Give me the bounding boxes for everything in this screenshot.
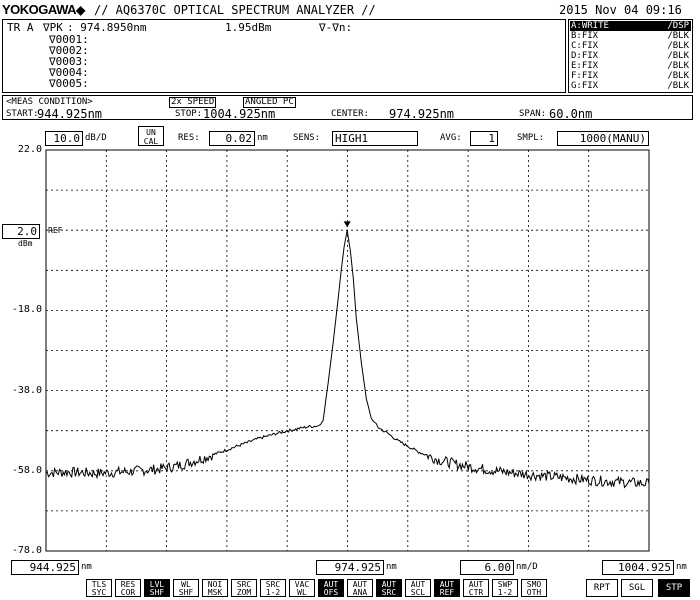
- soft-key-line2: SRC: [381, 588, 397, 597]
- spectrum-chart[interactable]: [0, 0, 700, 600]
- soft-key-line2: ANA: [352, 588, 368, 597]
- center-wavelength-input[interactable]: 974.925: [316, 560, 384, 575]
- soft-key-res-cor[interactable]: RES COR: [115, 579, 141, 597]
- soft-key-line2: CTR: [468, 588, 484, 597]
- soft-key-line2: 1-2: [497, 588, 513, 597]
- soft-key-vac-wl[interactable]: VAC WL: [289, 579, 315, 597]
- peak-marker-icon: [343, 221, 351, 228]
- soft-key-line2: COR: [120, 588, 136, 597]
- soft-key-tls-syc[interactable]: TLS SYC: [86, 579, 112, 597]
- start-unit: nm: [81, 562, 92, 572]
- soft-key-lvl-shf[interactable]: LVL SHF: [144, 579, 170, 597]
- span-per-div-unit: nm/D: [516, 562, 538, 572]
- soft-key-line2: MSK: [207, 588, 223, 597]
- soft-key-swp-1-2[interactable]: SWP 1-2: [492, 579, 518, 597]
- stop-wavelength-input[interactable]: 1004.925: [602, 560, 674, 575]
- center-unit: nm: [386, 562, 397, 572]
- trace-a-line: [45, 230, 650, 489]
- soft-key-line2: WL: [297, 588, 307, 597]
- soft-key-line2: SYC: [91, 588, 107, 597]
- soft-key-aut-ctr[interactable]: AUT CTR: [463, 579, 489, 597]
- soft-key-aut-ana[interactable]: AUT ANA: [347, 579, 373, 597]
- soft-key-src-1-2[interactable]: SRC 1-2: [260, 579, 286, 597]
- soft-key-line2: ZOM: [236, 588, 252, 597]
- soft-key-aut-scl[interactable]: AUT SCL: [405, 579, 431, 597]
- soft-key-line2: OTH: [526, 588, 542, 597]
- soft-key-line2: SCL: [410, 588, 426, 597]
- soft-key-aut-ref[interactable]: AUT REF: [434, 579, 460, 597]
- soft-key-line2: REF: [439, 588, 455, 597]
- soft-key-aut-src[interactable]: AUT SRC: [376, 579, 402, 597]
- sweep-stp-button[interactable]: STP: [658, 579, 690, 597]
- soft-key-line2: 1-2: [265, 588, 281, 597]
- sweep-sgl-button[interactable]: SGL: [621, 579, 653, 597]
- soft-key-wl-shf[interactable]: WL SHF: [173, 579, 199, 597]
- soft-key-line2: OFS: [323, 588, 339, 597]
- soft-key-line2: SHF: [149, 588, 165, 597]
- soft-key-noi-msk[interactable]: NOI MSK: [202, 579, 228, 597]
- soft-key-src-zom[interactable]: SRC ZOM: [231, 579, 257, 597]
- stop-unit: nm: [676, 562, 687, 572]
- span-per-div-input[interactable]: 6.00: [460, 560, 514, 575]
- soft-key-aut-ofs[interactable]: AUT OFS: [318, 579, 344, 597]
- soft-key-line2: SHF: [178, 588, 194, 597]
- start-wavelength-input[interactable]: 944.925: [11, 560, 79, 575]
- sweep-rpt-button[interactable]: RPT: [586, 579, 618, 597]
- soft-key-smo-oth[interactable]: SMO OTH: [521, 579, 547, 597]
